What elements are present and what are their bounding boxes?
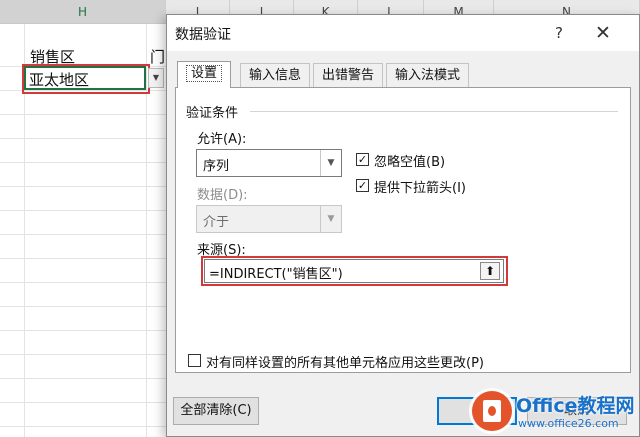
data-label: 数据(D): [197,188,248,203]
chevron-down-icon[interactable]: ▼ [320,150,341,176]
apply-all-checkbox[interactable] [188,354,201,367]
highlight-frame-source [201,256,508,286]
dropdown-arrow-icon: ▼ [152,73,160,82]
group-divider [250,111,618,112]
ignore-blank-label[interactable]: 忽略空值(B) [374,151,445,170]
watermark-url: www.office26.com [518,417,619,430]
chevron-down-icon: ▼ [320,206,341,232]
tab-ime-mode-label: 输入法模式 [395,68,461,83]
allow-select-value: 序列 [203,159,230,174]
tab-input-message-label: 输入信息 [249,68,302,83]
apply-all-label[interactable]: 对有同样设置的所有其他单元格应用这些更改(P) [206,352,484,371]
tab-error-alert[interactable]: 出错警告 [313,63,384,87]
tab-settings[interactable]: 设置 [177,61,232,88]
settings-panel: 验证条件 允许(A): 序列 ▼ ✓ 忽略空值(B) ✓ 提供下拉箭头(I) 数… [175,87,631,373]
tab-error-alert-label: 出错警告 [322,68,375,83]
in-cell-dropdown-checkbox[interactable]: ✓ [356,179,369,192]
allow-label: 允许(A): [197,132,247,147]
clear-all-button[interactable]: 全部清除(C) [173,397,259,425]
tab-ime-mode[interactable]: 输入法模式 [386,63,470,87]
column-header-h[interactable]: H [0,0,166,24]
watermark: Office教程网 www.office26.com [472,388,640,437]
check-icon: ✓ [357,179,368,192]
cell-partial-header[interactable]: 门 [150,46,165,67]
watermark-brand: Office教程网 [516,395,635,417]
check-icon: ✓ [357,153,368,166]
close-icon: ✕ [595,22,611,44]
office-logo-icon [472,391,512,431]
data-select: 介于 ▼ [196,205,342,233]
close-button[interactable]: ✕ [591,21,615,45]
ignore-blank-checkbox[interactable]: ✓ [356,153,369,166]
highlight-frame-active-cell [22,64,150,94]
tab-settings-label: 设置 [186,65,223,82]
help-button[interactable]: ? [547,21,571,45]
data-select-value: 介于 [203,215,230,230]
dialog-titlebar[interactable]: 数据验证 ? ✕ [167,15,639,51]
tab-input-message[interactable]: 输入信息 [240,63,311,87]
in-cell-dropdown-label[interactable]: 提供下拉箭头(I) [374,177,466,196]
validation-criteria-title: 验证条件 [186,106,239,121]
dialog-title: 数据验证 [175,27,231,43]
data-validation-dialog: 数据验证 ? ✕ 设置 输入信息 出错警告 输入法模式 验证条件 允许(A): … [166,14,640,437]
cell-dropdown-button[interactable]: ▼ [148,68,164,88]
allow-select[interactable]: 序列 ▼ [196,149,342,177]
